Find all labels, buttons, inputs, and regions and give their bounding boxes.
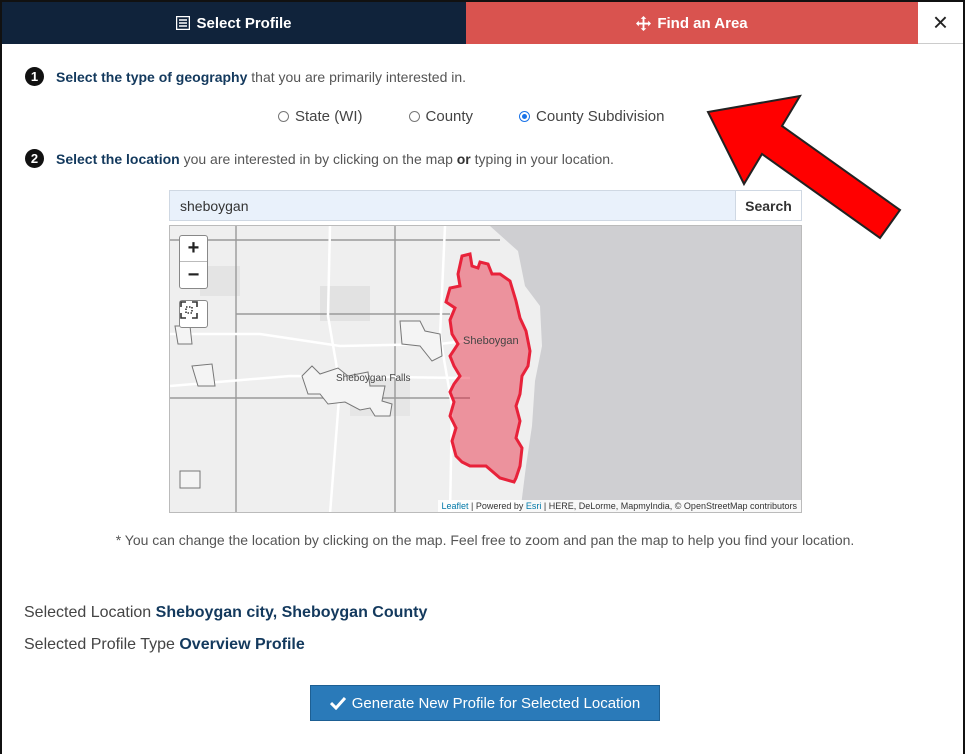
move-icon bbox=[636, 15, 652, 31]
step-1: 1 Select the type of geography that you … bbox=[25, 67, 466, 86]
close-button[interactable]: × bbox=[918, 2, 963, 44]
zoom-out-button[interactable]: − bbox=[180, 262, 207, 288]
step-2-rest1: you are interested in by clicking on the… bbox=[183, 150, 453, 167]
checkmark-icon bbox=[329, 696, 346, 710]
esri-link[interactable]: Esri bbox=[526, 501, 542, 511]
selected-location: Selected Location Sheboygan city, Sheboy… bbox=[24, 604, 427, 622]
list-icon bbox=[176, 16, 191, 30]
tab-find-area[interactable]: Find an Area bbox=[466, 2, 918, 44]
radio-county-subdivision[interactable]: County Subdivision bbox=[519, 108, 664, 125]
step-2-rest2: typing in your location. bbox=[474, 150, 614, 167]
map-canvas[interactable] bbox=[170, 226, 802, 513]
selected-profile-value: Overview Profile bbox=[179, 636, 305, 653]
generate-profile-button[interactable]: Generate New Profile for Selected Locati… bbox=[310, 685, 660, 721]
attribution-sep: | Powered by bbox=[468, 501, 526, 511]
fullscreen-icon bbox=[180, 301, 198, 319]
step-1-number: 1 bbox=[25, 67, 44, 86]
step-1-text: Select the type of geography that you ar… bbox=[56, 69, 466, 85]
step-2: 2 Select the location you are interested… bbox=[25, 149, 614, 168]
radio-subdivision-dot[interactable] bbox=[519, 111, 531, 122]
radio-county[interactable]: County bbox=[408, 108, 474, 125]
selected-location-value: Sheboygan city, Sheboygan County bbox=[155, 604, 428, 621]
fullscreen-button[interactable] bbox=[179, 300, 208, 328]
leaflet-link[interactable]: Leaflet bbox=[442, 501, 469, 511]
selected-location-label: Selected Location bbox=[24, 604, 152, 621]
radio-state-dot[interactable] bbox=[278, 111, 289, 122]
map-label-sheboygan-falls: Sheboygan Falls bbox=[336, 373, 411, 384]
step-2-text: Select the location you are interested i… bbox=[56, 151, 614, 167]
step-1-bold: Select the type of geography bbox=[56, 68, 248, 85]
map[interactable]: Sheboygan Sheboygan Falls + − Leaflet | … bbox=[169, 225, 802, 513]
radio-county-dot[interactable] bbox=[408, 111, 420, 122]
map-attribution: Leaflet | Powered by Esri | HERE, DeLorm… bbox=[437, 500, 801, 512]
radio-subdivision-label: County Subdivision bbox=[536, 108, 665, 125]
tab-bar: Select Profile Find an Area × bbox=[2, 2, 963, 44]
step-1-rest: that you are primarily interested in. bbox=[251, 68, 467, 85]
step-2-or: or bbox=[456, 150, 471, 167]
generate-button-label: Generate New Profile for Selected Locati… bbox=[351, 694, 641, 712]
selected-profile-label: Selected Profile Type bbox=[24, 636, 175, 653]
close-icon: × bbox=[932, 7, 949, 37]
step-2-number: 2 bbox=[25, 149, 44, 168]
map-help-note: * You can change the location by clickin… bbox=[115, 532, 855, 548]
search-input[interactable] bbox=[170, 191, 735, 220]
radio-state[interactable]: State (WI) bbox=[278, 108, 363, 125]
geography-radio-group: State (WI) County County Subdivision bbox=[278, 108, 664, 125]
annotation-arrow bbox=[706, 94, 902, 240]
tab-select-profile-label: Select Profile bbox=[196, 14, 292, 32]
attribution-rest: | HERE, DeLorme, MapmyIndia, © OpenStree… bbox=[541, 501, 797, 511]
map-label-sheboygan: Sheboygan bbox=[463, 335, 519, 347]
tab-find-area-label: Find an Area bbox=[657, 14, 748, 32]
selected-profile: Selected Profile Type Overview Profile bbox=[24, 636, 305, 654]
radio-state-label: State (WI) bbox=[295, 108, 363, 125]
radio-county-label: County bbox=[425, 108, 474, 125]
zoom-control: + − bbox=[179, 235, 208, 289]
zoom-in-button[interactable]: + bbox=[180, 236, 207, 262]
step-2-bold: Select the location bbox=[56, 150, 180, 167]
tab-select-profile[interactable]: Select Profile bbox=[2, 2, 466, 44]
